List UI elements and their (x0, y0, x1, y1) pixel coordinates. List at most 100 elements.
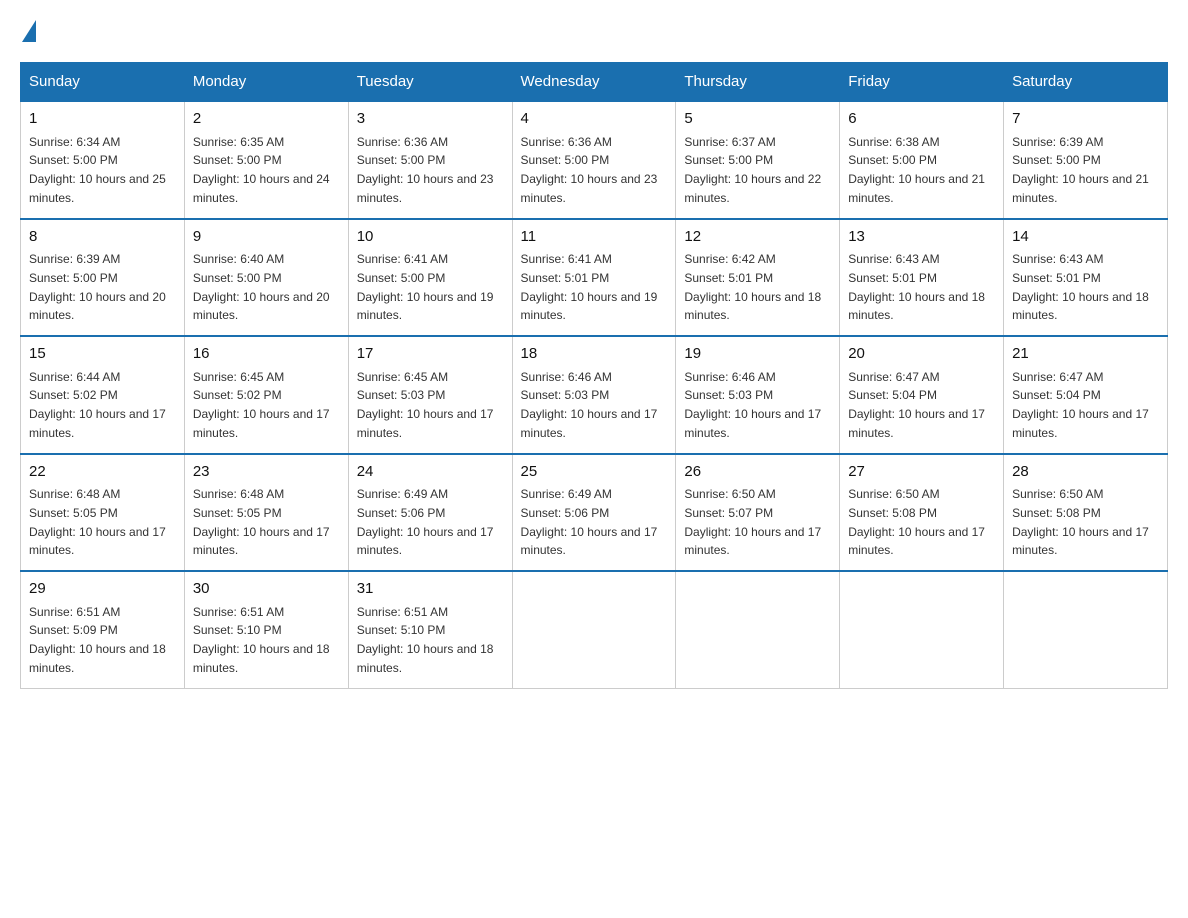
day-number: 3 (357, 108, 504, 131)
calendar-cell: 7 Sunrise: 6:39 AMSunset: 5:00 PMDayligh… (1004, 101, 1168, 219)
calendar-cell: 9 Sunrise: 6:40 AMSunset: 5:00 PMDayligh… (184, 219, 348, 337)
day-number: 12 (684, 226, 831, 249)
calendar-header: SundayMondayTuesdayWednesdayThursdayFrid… (21, 63, 1168, 102)
day-number: 20 (848, 343, 995, 366)
calendar-week-3: 15 Sunrise: 6:44 AMSunset: 5:02 PMDaylig… (21, 336, 1168, 454)
day-number: 9 (193, 226, 340, 249)
day-info: Sunrise: 6:42 AMSunset: 5:01 PMDaylight:… (684, 252, 821, 322)
day-info: Sunrise: 6:47 AMSunset: 5:04 PMDaylight:… (848, 370, 985, 440)
day-info: Sunrise: 6:46 AMSunset: 5:03 PMDaylight:… (684, 370, 821, 440)
day-number: 24 (357, 461, 504, 484)
calendar-week-4: 22 Sunrise: 6:48 AMSunset: 5:05 PMDaylig… (21, 454, 1168, 572)
day-info: Sunrise: 6:48 AMSunset: 5:05 PMDaylight:… (193, 487, 330, 557)
day-number: 15 (29, 343, 176, 366)
header-cell-tuesday: Tuesday (348, 63, 512, 102)
calendar-cell: 30 Sunrise: 6:51 AMSunset: 5:10 PMDaylig… (184, 571, 348, 688)
day-number: 31 (357, 578, 504, 601)
day-number: 8 (29, 226, 176, 249)
day-number: 19 (684, 343, 831, 366)
day-info: Sunrise: 6:36 AMSunset: 5:00 PMDaylight:… (521, 135, 658, 205)
day-info: Sunrise: 6:41 AMSunset: 5:00 PMDaylight:… (357, 252, 494, 322)
day-number: 22 (29, 461, 176, 484)
logo-triangle-icon (22, 20, 36, 42)
calendar-cell: 26 Sunrise: 6:50 AMSunset: 5:07 PMDaylig… (676, 454, 840, 572)
day-info: Sunrise: 6:44 AMSunset: 5:02 PMDaylight:… (29, 370, 166, 440)
day-number: 5 (684, 108, 831, 131)
day-info: Sunrise: 6:50 AMSunset: 5:07 PMDaylight:… (684, 487, 821, 557)
header-cell-wednesday: Wednesday (512, 63, 676, 102)
calendar-cell: 17 Sunrise: 6:45 AMSunset: 5:03 PMDaylig… (348, 336, 512, 454)
calendar-cell: 20 Sunrise: 6:47 AMSunset: 5:04 PMDaylig… (840, 336, 1004, 454)
calendar-week-1: 1 Sunrise: 6:34 AMSunset: 5:00 PMDayligh… (21, 101, 1168, 219)
day-number: 4 (521, 108, 668, 131)
calendar-cell: 3 Sunrise: 6:36 AMSunset: 5:00 PMDayligh… (348, 101, 512, 219)
day-info: Sunrise: 6:39 AMSunset: 5:00 PMDaylight:… (1012, 135, 1149, 205)
calendar-cell: 31 Sunrise: 6:51 AMSunset: 5:10 PMDaylig… (348, 571, 512, 688)
day-info: Sunrise: 6:50 AMSunset: 5:08 PMDaylight:… (1012, 487, 1149, 557)
day-info: Sunrise: 6:39 AMSunset: 5:00 PMDaylight:… (29, 252, 166, 322)
day-number: 7 (1012, 108, 1159, 131)
calendar-cell: 14 Sunrise: 6:43 AMSunset: 5:01 PMDaylig… (1004, 219, 1168, 337)
calendar-cell: 13 Sunrise: 6:43 AMSunset: 5:01 PMDaylig… (840, 219, 1004, 337)
calendar-cell: 21 Sunrise: 6:47 AMSunset: 5:04 PMDaylig… (1004, 336, 1168, 454)
page-header (20, 20, 1168, 42)
day-info: Sunrise: 6:34 AMSunset: 5:00 PMDaylight:… (29, 135, 166, 205)
day-number: 21 (1012, 343, 1159, 366)
header-cell-sunday: Sunday (21, 63, 185, 102)
calendar-cell: 22 Sunrise: 6:48 AMSunset: 5:05 PMDaylig… (21, 454, 185, 572)
calendar-cell: 12 Sunrise: 6:42 AMSunset: 5:01 PMDaylig… (676, 219, 840, 337)
day-info: Sunrise: 6:35 AMSunset: 5:00 PMDaylight:… (193, 135, 330, 205)
day-info: Sunrise: 6:47 AMSunset: 5:04 PMDaylight:… (1012, 370, 1149, 440)
day-info: Sunrise: 6:46 AMSunset: 5:03 PMDaylight:… (521, 370, 658, 440)
calendar-cell: 18 Sunrise: 6:46 AMSunset: 5:03 PMDaylig… (512, 336, 676, 454)
header-cell-thursday: Thursday (676, 63, 840, 102)
day-info: Sunrise: 6:48 AMSunset: 5:05 PMDaylight:… (29, 487, 166, 557)
day-number: 1 (29, 108, 176, 131)
calendar-cell: 8 Sunrise: 6:39 AMSunset: 5:00 PMDayligh… (21, 219, 185, 337)
day-info: Sunrise: 6:45 AMSunset: 5:02 PMDaylight:… (193, 370, 330, 440)
day-info: Sunrise: 6:37 AMSunset: 5:00 PMDaylight:… (684, 135, 821, 205)
calendar-week-2: 8 Sunrise: 6:39 AMSunset: 5:00 PMDayligh… (21, 219, 1168, 337)
calendar-cell: 1 Sunrise: 6:34 AMSunset: 5:00 PMDayligh… (21, 101, 185, 219)
calendar-cell: 24 Sunrise: 6:49 AMSunset: 5:06 PMDaylig… (348, 454, 512, 572)
day-number: 29 (29, 578, 176, 601)
calendar-cell: 6 Sunrise: 6:38 AMSunset: 5:00 PMDayligh… (840, 101, 1004, 219)
calendar-cell: 10 Sunrise: 6:41 AMSunset: 5:00 PMDaylig… (348, 219, 512, 337)
calendar-cell: 5 Sunrise: 6:37 AMSunset: 5:00 PMDayligh… (676, 101, 840, 219)
day-info: Sunrise: 6:43 AMSunset: 5:01 PMDaylight:… (1012, 252, 1149, 322)
calendar-cell (1004, 571, 1168, 688)
day-info: Sunrise: 6:38 AMSunset: 5:00 PMDaylight:… (848, 135, 985, 205)
calendar-cell: 19 Sunrise: 6:46 AMSunset: 5:03 PMDaylig… (676, 336, 840, 454)
calendar-cell (840, 571, 1004, 688)
calendar-week-5: 29 Sunrise: 6:51 AMSunset: 5:09 PMDaylig… (21, 571, 1168, 688)
day-info: Sunrise: 6:51 AMSunset: 5:09 PMDaylight:… (29, 605, 166, 675)
calendar-cell: 15 Sunrise: 6:44 AMSunset: 5:02 PMDaylig… (21, 336, 185, 454)
calendar-cell: 4 Sunrise: 6:36 AMSunset: 5:00 PMDayligh… (512, 101, 676, 219)
header-row: SundayMondayTuesdayWednesdayThursdayFrid… (21, 63, 1168, 102)
day-number: 30 (193, 578, 340, 601)
day-info: Sunrise: 6:45 AMSunset: 5:03 PMDaylight:… (357, 370, 494, 440)
header-cell-friday: Friday (840, 63, 1004, 102)
logo (20, 20, 36, 42)
day-number: 28 (1012, 461, 1159, 484)
calendar-body: 1 Sunrise: 6:34 AMSunset: 5:00 PMDayligh… (21, 101, 1168, 688)
day-info: Sunrise: 6:40 AMSunset: 5:00 PMDaylight:… (193, 252, 330, 322)
calendar-cell: 25 Sunrise: 6:49 AMSunset: 5:06 PMDaylig… (512, 454, 676, 572)
day-number: 14 (1012, 226, 1159, 249)
day-number: 16 (193, 343, 340, 366)
day-number: 26 (684, 461, 831, 484)
day-number: 10 (357, 226, 504, 249)
day-number: 17 (357, 343, 504, 366)
day-number: 2 (193, 108, 340, 131)
calendar-cell: 2 Sunrise: 6:35 AMSunset: 5:00 PMDayligh… (184, 101, 348, 219)
day-info: Sunrise: 6:51 AMSunset: 5:10 PMDaylight:… (193, 605, 330, 675)
day-info: Sunrise: 6:50 AMSunset: 5:08 PMDaylight:… (848, 487, 985, 557)
calendar-cell: 27 Sunrise: 6:50 AMSunset: 5:08 PMDaylig… (840, 454, 1004, 572)
day-number: 13 (848, 226, 995, 249)
day-number: 25 (521, 461, 668, 484)
calendar-cell (676, 571, 840, 688)
calendar-cell: 23 Sunrise: 6:48 AMSunset: 5:05 PMDaylig… (184, 454, 348, 572)
calendar-cell: 16 Sunrise: 6:45 AMSunset: 5:02 PMDaylig… (184, 336, 348, 454)
day-number: 23 (193, 461, 340, 484)
calendar-cell: 29 Sunrise: 6:51 AMSunset: 5:09 PMDaylig… (21, 571, 185, 688)
